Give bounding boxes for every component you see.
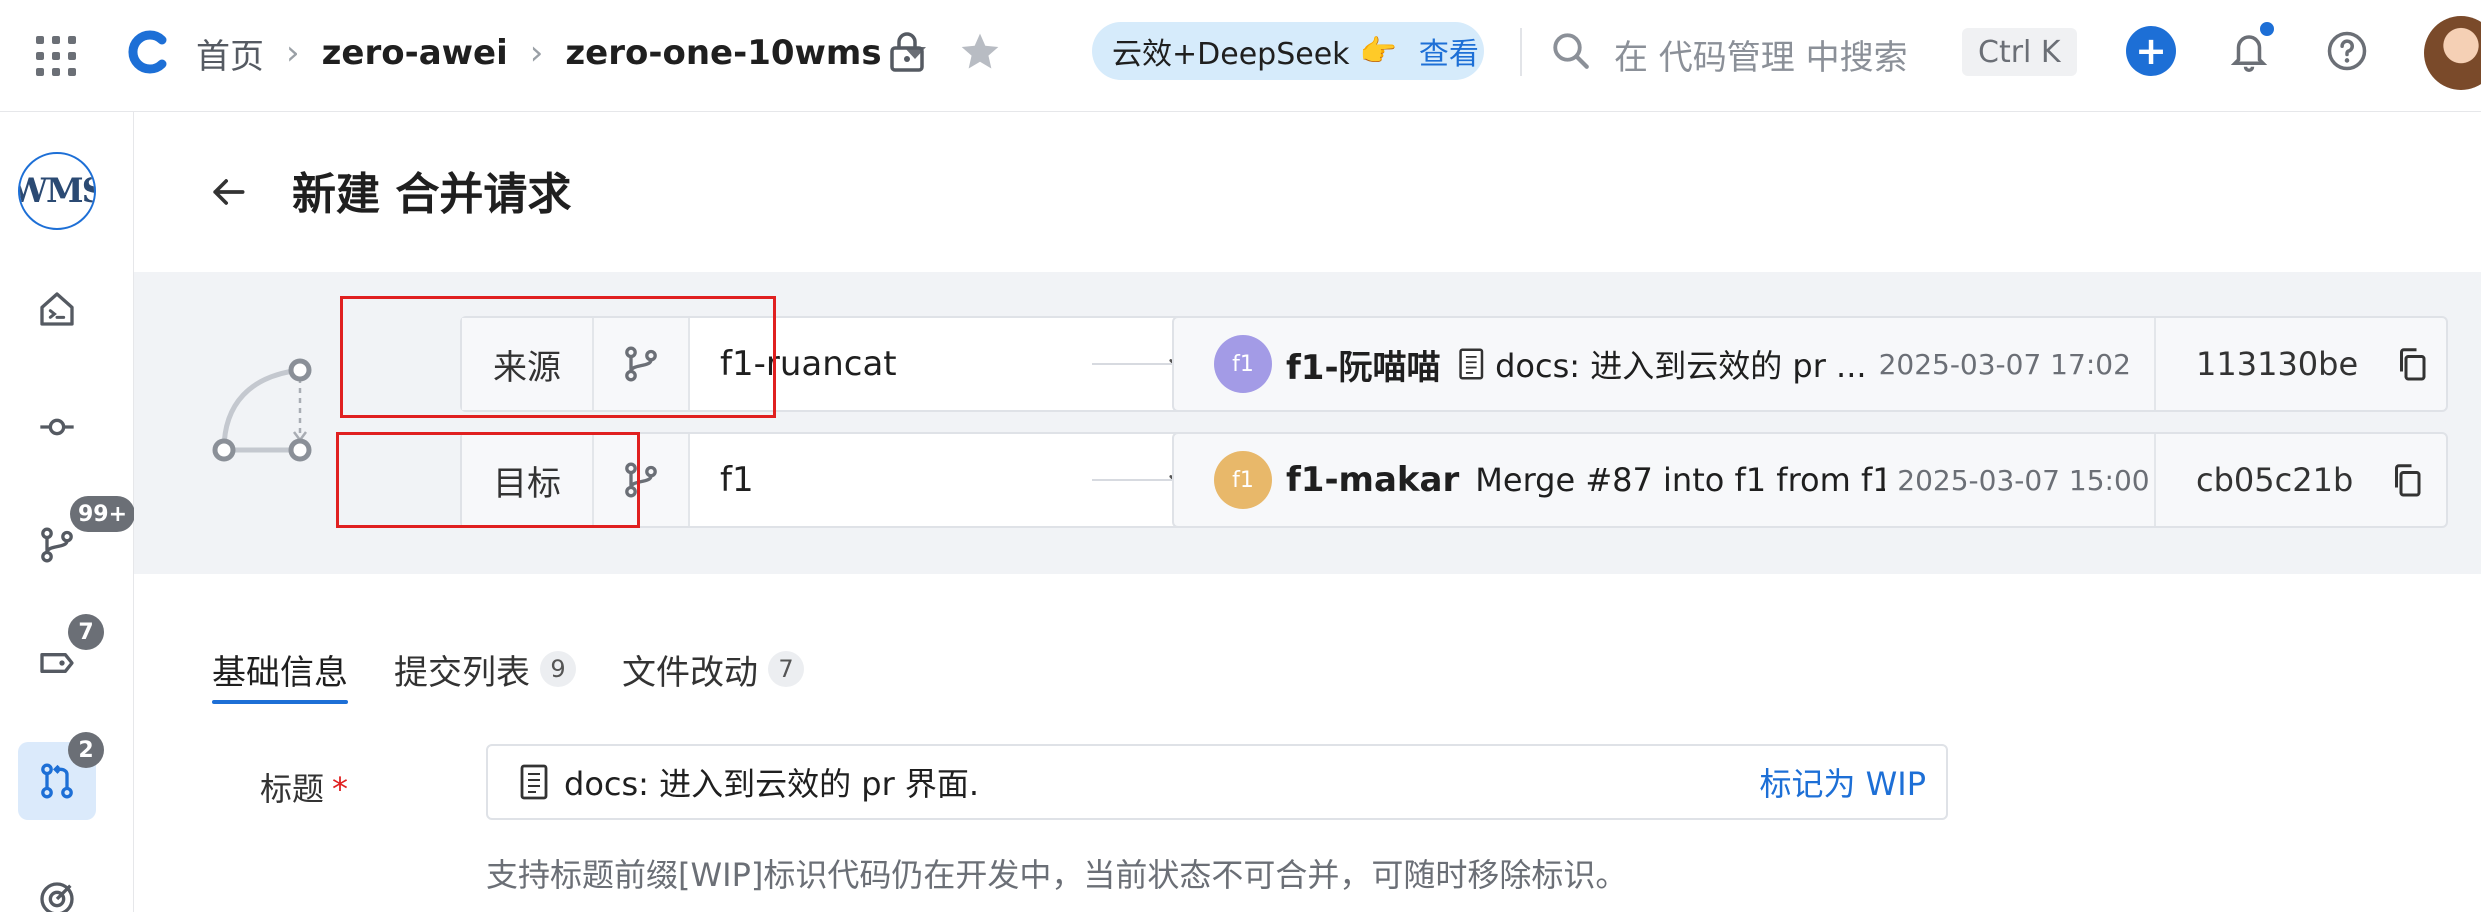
- project-logo[interactable]: WMS: [18, 152, 96, 230]
- target-commit-card: f1 f1-makar Merge #87 into f1 from f1-m.…: [1172, 432, 2448, 528]
- notification-dot: [2258, 20, 2276, 38]
- sidebar: WMS 99+ 7: [0, 112, 136, 912]
- page-header: 新建 合并请求: [134, 112, 2481, 272]
- topbar-divider: [1520, 28, 1522, 76]
- target-commit-author[interactable]: f1-makar: [1286, 460, 1459, 500]
- tab-basic-info[interactable]: 基础信息: [212, 634, 348, 704]
- ai-pill-label: 云效+DeepSeek: [1112, 37, 1350, 72]
- ai-deepseek-pill[interactable]: 云效+DeepSeek 👉 查看: [1092, 22, 1484, 80]
- source-commit-hash[interactable]: 113130be: [2196, 345, 2358, 383]
- back-arrow-icon[interactable]: [206, 170, 250, 214]
- title-input-value: docs: 进入到云效的 pr 界面.: [564, 765, 980, 803]
- breadcrumb-repo[interactable]: zero-one-10wms: [565, 33, 881, 73]
- branch-icon: [625, 346, 657, 382]
- search-icon[interactable]: [1550, 30, 1592, 72]
- project-logo-text: WMS: [20, 171, 94, 211]
- app-grid-icon[interactable]: [36, 36, 76, 76]
- sidebar-item-branches[interactable]: 99+: [18, 496, 136, 584]
- source-commit-author[interactable]: f1-阮喵喵: [1286, 340, 1441, 389]
- breadcrumb-separator-icon: ›: [529, 33, 544, 73]
- page-title: 新建 合并请求: [292, 169, 572, 220]
- user-avatar[interactable]: [2424, 16, 2481, 90]
- breadcrumb-org[interactable]: zero-awei: [322, 33, 508, 73]
- yunxiao-logo-icon[interactable]: [124, 28, 172, 76]
- lock-icon[interactable]: [888, 30, 926, 74]
- breadcrumb-separator-icon: ›: [286, 33, 300, 73]
- sidebar-item-code[interactable]: [18, 270, 96, 348]
- merge-request-icon: [41, 763, 73, 799]
- source-commit-hash-cell: 113130be: [2154, 318, 2448, 410]
- source-connector-line: [1092, 363, 1172, 365]
- target-branch-label: 目标: [462, 434, 594, 526]
- commit-icon: [40, 418, 74, 436]
- target-commit-date: 2025-03-07 15:00: [1897, 463, 2150, 497]
- compare-flow-icon: [212, 358, 312, 462]
- breadcrumb: 首页 › zero-awei › zero-one-10wms: [196, 29, 926, 78]
- search-input[interactable]: 在 代码管理 中搜索: [1614, 30, 1908, 79]
- source-commit-message[interactable]: docs: 进入到云效的 pr ...: [1457, 341, 1867, 387]
- target-commit-hash[interactable]: cb05c21b: [2196, 461, 2353, 499]
- pointing-hand-icon: 👉: [1359, 33, 1397, 69]
- sidebar-item-tags[interactable]: 7: [18, 614, 104, 702]
- ai-pill-view-link[interactable]: 查看: [1419, 29, 1479, 73]
- title-field-label: 标题 *: [260, 770, 349, 808]
- branch-compare-panel: 来源 f1-ruancat f1 f1-阮喵喵 docs: 进入到云效的 pr …: [134, 272, 2481, 574]
- target-commit-avatar: f1: [1214, 451, 1272, 509]
- source-branch-label: 来源: [462, 318, 594, 410]
- branches-count-badge: 99+: [70, 496, 136, 532]
- tab-file-changes[interactable]: 文件改动 7: [622, 634, 804, 704]
- target-connector-line: [1092, 479, 1172, 481]
- source-commit-avatar: f1: [1214, 335, 1272, 393]
- help-icon[interactable]: [2326, 30, 2368, 72]
- tab-commit-list[interactable]: 提交列表 9: [394, 634, 576, 704]
- top-bar: 首页 › zero-awei › zero-one-10wms 云效+DeepS…: [0, 0, 2481, 112]
- sidebar-item-pipeline[interactable]: [18, 860, 96, 912]
- target-commit-message[interactable]: Merge #87 into f1 from f1-m...: [1475, 461, 1885, 499]
- search-shortcut-badge: Ctrl K: [1962, 28, 2077, 76]
- source-branch-name: f1-ruancat: [720, 344, 897, 384]
- scroll-emoji-icon: [1458, 348, 1483, 380]
- source-commit-card: f1 f1-阮喵喵 docs: 进入到云效的 pr ... 2025-03-07…: [1172, 316, 2448, 412]
- source-branch-icon-cell: [594, 318, 690, 410]
- star-icon[interactable]: [958, 30, 1002, 74]
- title-input[interactable]: docs: 进入到云效的 pr 界面. 标记为 WIP: [486, 744, 1948, 820]
- branch-icon: [41, 527, 73, 563]
- file-change-count-badge: 7: [768, 651, 804, 687]
- tag-icon: [40, 653, 74, 673]
- copy-icon[interactable]: [2389, 462, 2425, 498]
- target-commit-hash-cell: cb05c21b: [2154, 434, 2448, 526]
- tags-count-badge: 7: [68, 614, 104, 650]
- scroll-emoji-icon: [520, 764, 548, 800]
- merge-requests-count-badge: 2: [68, 732, 104, 768]
- commit-count-badge: 9: [540, 651, 576, 687]
- target-branch-icon-cell: [594, 434, 690, 526]
- mark-wip-button[interactable]: 标记为 WIP: [1759, 759, 1926, 805]
- code-home-icon: [40, 292, 74, 326]
- source-commit-date: 2025-03-07 17:02: [1878, 347, 2131, 381]
- create-plus-button[interactable]: +: [2126, 26, 2176, 76]
- required-mark: *: [332, 770, 349, 808]
- copy-icon[interactable]: [2394, 346, 2430, 382]
- branch-icon: [625, 462, 657, 498]
- sidebar-item-commits[interactable]: [18, 388, 96, 466]
- breadcrumb-home[interactable]: 首页: [196, 29, 264, 78]
- mr-tabs: 基础信息 提交列表 9 文件改动 7: [212, 634, 804, 704]
- target-branch-name: f1: [720, 460, 754, 500]
- title-help-text: 支持标题前缀[WIP]标识代码仍在开发中，当前状态不可合并，可随时移除标识。: [486, 856, 1628, 894]
- sidebar-item-merge-requests[interactable]: 2: [18, 732, 104, 820]
- pipeline-icon: [40, 882, 74, 912]
